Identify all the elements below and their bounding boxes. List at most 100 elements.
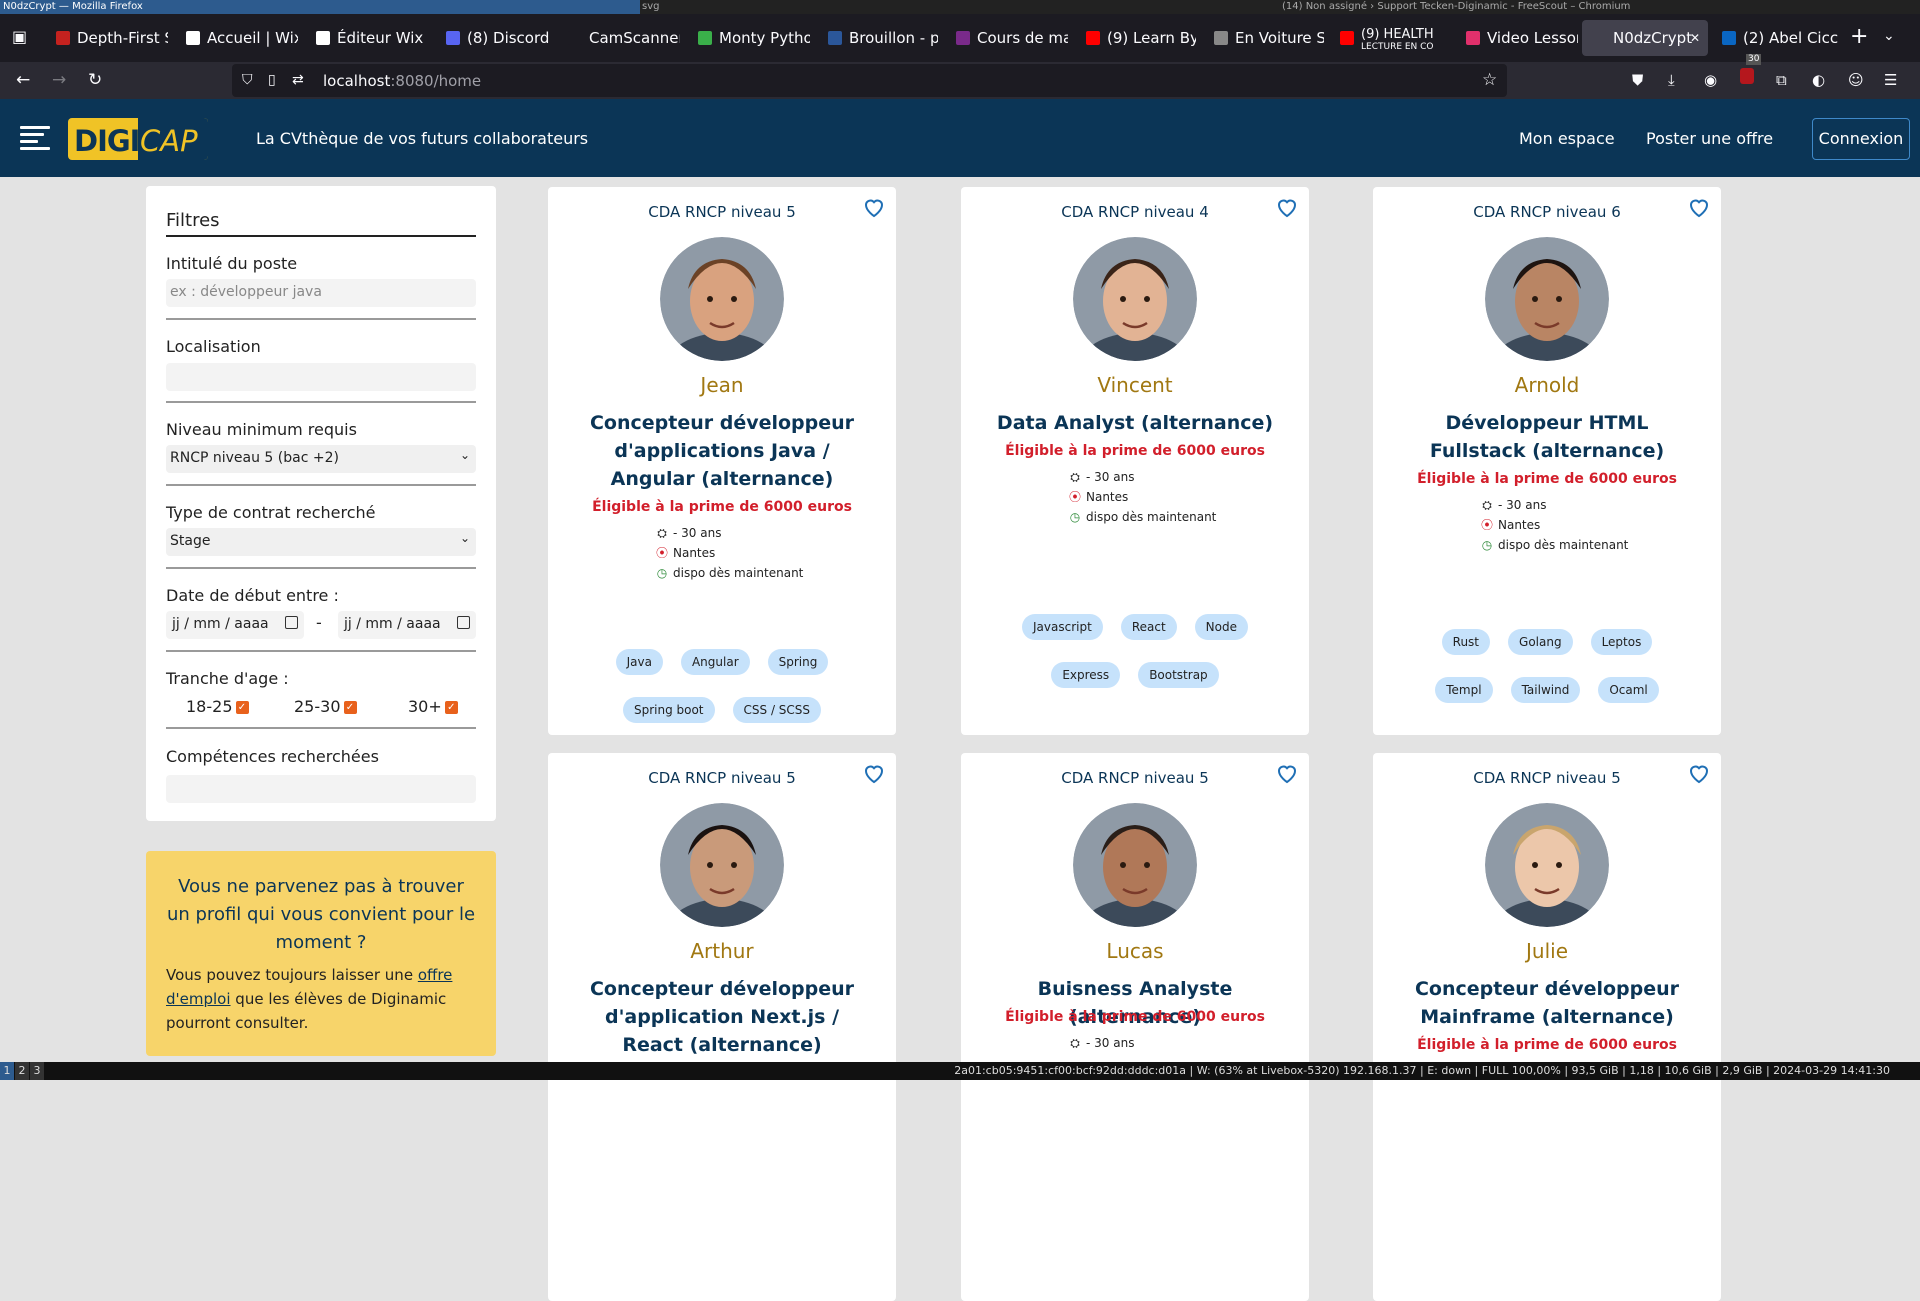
- tabs-overflow-icon[interactable]: ⌄: [1883, 18, 1895, 55]
- checkbox-checked-icon[interactable]: ✓: [343, 701, 357, 714]
- url-bar[interactable]: ⛉ ▯ ⇄ localhost:8080/home ☆: [232, 64, 1507, 97]
- workspace-indicator[interactable]: 2: [15, 1062, 29, 1080]
- skill-chip[interactable]: Node: [1194, 614, 1248, 640]
- skill-chip[interactable]: Leptos: [1590, 629, 1653, 655]
- calendar-icon[interactable]: [285, 616, 298, 629]
- post-offer-link[interactable]: Poster une offre: [1646, 129, 1773, 148]
- tab[interactable]: En Voiture S: [1204, 20, 1324, 56]
- forward-icon[interactable]: →: [52, 62, 66, 99]
- availability-row: ◷ dispo dès maintenant: [1069, 507, 1217, 527]
- extensions-icon[interactable]: ⧉: [1776, 62, 1787, 99]
- favorite-heart-icon[interactable]: [862, 761, 886, 785]
- tab[interactable]: (2) Abel Cicc: [1712, 20, 1838, 56]
- tab[interactable]: Monty Pytho: [688, 20, 810, 56]
- age-18-25-checkbox[interactable]: 18-25 ✓: [186, 697, 249, 716]
- level-select[interactable]: RNCP niveau 5 (bac +2) ⌄: [166, 445, 476, 473]
- divider: [166, 484, 476, 486]
- shield-icon[interactable]: ⛉: [242, 62, 253, 99]
- skill-chip[interactable]: Spring boot: [622, 697, 715, 723]
- tab-label: Accueil | Wix: [207, 29, 298, 47]
- workspace-indicator[interactable]: 3: [30, 1062, 44, 1080]
- account-icon[interactable]: ◉: [1704, 62, 1717, 99]
- ublock-icon[interactable]: 30: [1740, 54, 1762, 99]
- back-icon[interactable]: ←: [16, 62, 30, 99]
- skill-chip[interactable]: Java: [615, 649, 663, 675]
- candidate-card[interactable]: CDA RNCP niveau 5 Jean Concepteur développ…: [548, 187, 896, 735]
- calendar-icon[interactable]: [457, 616, 470, 629]
- page-icon[interactable]: ▯: [268, 62, 276, 99]
- extension-icon[interactable]: ◐: [1812, 62, 1825, 99]
- skill-chip[interactable]: Tailwind: [1510, 677, 1581, 703]
- clock-icon: ◷: [1069, 510, 1081, 524]
- tab[interactable]: Video Lesson: [1456, 20, 1578, 56]
- level-select-value: RNCP niveau 5 (bac +2): [170, 450, 339, 466]
- candidate-name: Vincent: [1097, 373, 1173, 397]
- skill-chip[interactable]: Golang: [1508, 629, 1573, 655]
- skill-chip[interactable]: Spring: [767, 649, 829, 675]
- workspace-indicator[interactable]: 1: [0, 1062, 14, 1080]
- new-tab-button[interactable]: +: [1850, 18, 1868, 55]
- contract-select[interactable]: Stage ⌄: [166, 528, 476, 556]
- downloads-icon[interactable]: ⤓: [1668, 62, 1675, 99]
- menu-burger-icon[interactable]: [20, 122, 50, 152]
- skills-input[interactable]: [166, 775, 476, 803]
- promo-text: Vous pouvez toujours laisser une offre d…: [166, 966, 453, 1032]
- skill-chip[interactable]: React: [1120, 614, 1177, 640]
- location-pin-icon: ⦿: [1481, 518, 1494, 532]
- favorite-heart-icon[interactable]: [1687, 761, 1711, 785]
- job-title-input[interactable]: ex : développeur java: [166, 279, 476, 307]
- start-date-input[interactable]: jj / mm / aaaa: [166, 611, 304, 639]
- close-tab-icon[interactable]: ✕: [1690, 31, 1700, 45]
- tab[interactable]: Éditeur Wix |: [306, 20, 428, 56]
- login-button[interactable]: Connexion: [1812, 118, 1910, 160]
- permissions-icon[interactable]: ⇄: [292, 62, 304, 99]
- tab-label: Depth-First S: [77, 29, 168, 47]
- end-date-input[interactable]: jj / mm / aaaa: [338, 611, 476, 639]
- candidate-card[interactable]: CDA RNCP niveau 4 Vincent Data Analyst (al…: [961, 187, 1309, 735]
- skill-chip[interactable]: Javascript: [1022, 614, 1103, 640]
- tab[interactable]: (9) HEALTH LECTURE EN CO: [1330, 20, 1448, 56]
- location-input[interactable]: [166, 363, 476, 391]
- tab[interactable]: (9) Learn By: [1076, 20, 1196, 56]
- pocket-icon[interactable]: ⛊: [1632, 62, 1643, 99]
- tab[interactable]: Brouillon - p: [818, 20, 938, 56]
- checkbox-checked-icon[interactable]: ✓: [444, 701, 458, 714]
- tab[interactable]: Depth-First S: [46, 20, 168, 56]
- skill-chip[interactable]: Ocaml: [1598, 677, 1659, 703]
- favorite-heart-icon[interactable]: [1275, 195, 1299, 219]
- skill-chip[interactable]: Bootstrap: [1138, 662, 1219, 688]
- checkbox-checked-icon[interactable]: ✓: [235, 701, 249, 714]
- card-level: CDA RNCP niveau 5: [1061, 769, 1209, 787]
- bookmark-star-icon[interactable]: ☆: [1482, 62, 1497, 99]
- skill-chip[interactable]: Templ: [1435, 677, 1493, 703]
- favorite-heart-icon[interactable]: [1687, 195, 1711, 219]
- favorite-heart-icon[interactable]: [1275, 761, 1299, 785]
- tab-list-icon[interactable]: ▣: [12, 18, 27, 55]
- candidate-info: ⛭ - 30 ans ⦿ Nantes ◷ dispo dès maintenant: [656, 523, 803, 583]
- candidate-card[interactable]: CDA RNCP niveau 5 Julie Concepteur dévelop…: [1373, 753, 1721, 1301]
- tab[interactable]: (8) Discord |: [436, 20, 550, 56]
- promo-box: Vous ne parvenez pas à trouver un profil…: [146, 851, 496, 1056]
- age-25-30-checkbox[interactable]: 25-30 ✓: [294, 697, 357, 716]
- candidate-card[interactable]: CDA RNCP niveau 6 Arnold Développeur HTML …: [1373, 187, 1721, 735]
- tab[interactable]: Cours de ma: [946, 20, 1068, 56]
- url-text[interactable]: localhost:8080/home: [323, 72, 481, 90]
- my-space-link[interactable]: Mon espace: [1519, 129, 1615, 148]
- skills-list: Javascript React Node Express Bootstrap: [961, 614, 1309, 688]
- digicap-logo[interactable]: DIGI CAP: [68, 118, 208, 160]
- reload-icon[interactable]: ↻: [88, 62, 102, 99]
- tab[interactable]: CamScanner 28: [558, 20, 680, 56]
- wm-window-title-2: svg: [642, 1, 660, 12]
- age-30plus-checkbox[interactable]: 30+ ✓: [408, 697, 458, 716]
- skill-chip[interactable]: Rust: [1441, 629, 1491, 655]
- candidate-card[interactable]: CDA RNCP niveau 5 Arthur Concepteur dévelo…: [548, 753, 896, 1301]
- tab[interactable]: Accueil | Wix: [176, 20, 298, 56]
- skill-chip[interactable]: Express: [1051, 662, 1121, 688]
- favorite-heart-icon[interactable]: [862, 195, 886, 219]
- profile-avatar-icon[interactable]: ☺: [1848, 62, 1864, 99]
- skill-chip[interactable]: CSS / SCSS: [732, 697, 822, 723]
- tab[interactable]: N0dzCrypt ✕: [1582, 20, 1708, 56]
- candidate-card[interactable]: CDA RNCP niveau 5 Lucas Buisness Analyste …: [961, 753, 1309, 1301]
- menu-icon[interactable]: ☰: [1884, 62, 1897, 99]
- skill-chip[interactable]: Angular: [680, 649, 750, 675]
